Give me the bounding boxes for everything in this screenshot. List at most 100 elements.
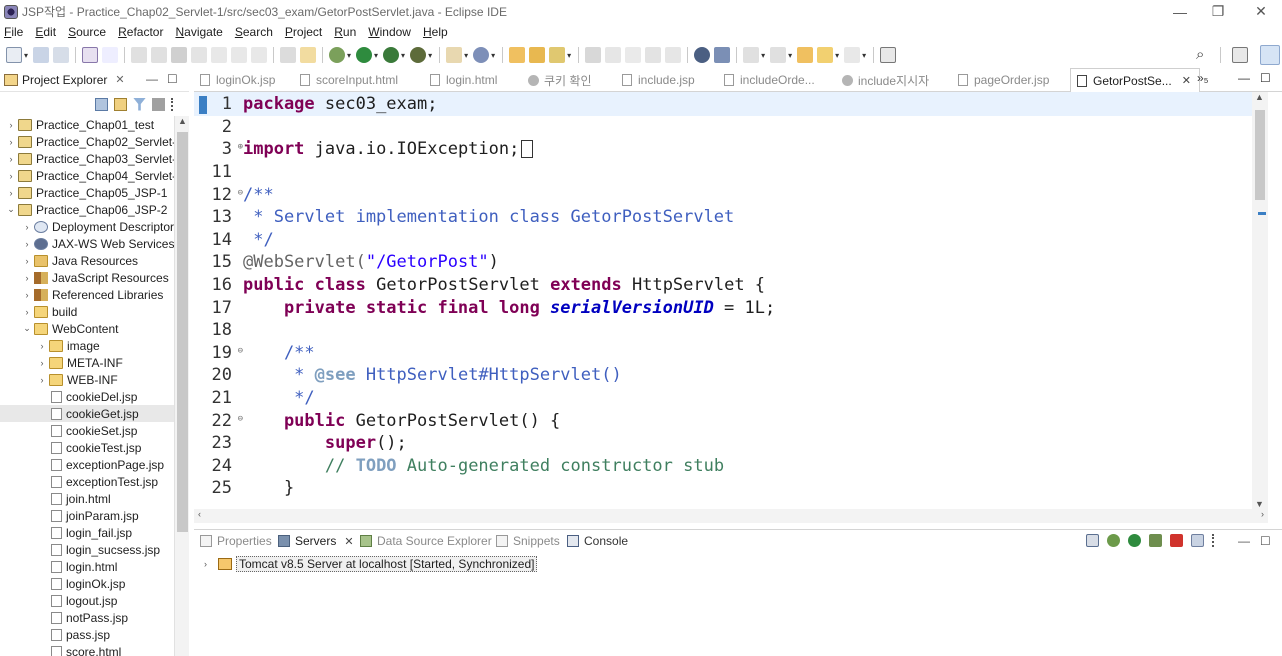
menu-file[interactable]: File <box>4 25 23 39</box>
scroll-right-icon[interactable]: › <box>1261 509 1264 519</box>
terminate-icon[interactable] <box>171 47 188 63</box>
start-server-icon[interactable] <box>1128 534 1141 547</box>
tree-item-file[interactable]: cookieDel.jsp <box>0 388 174 405</box>
expand-arrow-icon[interactable]: › <box>22 222 32 232</box>
debug-server-icon[interactable] <box>1107 534 1120 547</box>
tree-item-deployment-descriptor[interactable]: › Deployment Descriptor <box>0 218 175 235</box>
tree-item-project[interactable]: ⌄ Practice_Chap06_JSP-2 <box>0 201 174 218</box>
tree-item-folder[interactable]: › image <box>0 337 174 354</box>
skip-breakpoints-icon[interactable] <box>102 47 119 63</box>
next-annotation-icon[interactable] <box>743 47 760 63</box>
tree-item-build[interactable]: › build <box>0 303 174 320</box>
view-menu-icon[interactable] <box>1212 534 1216 547</box>
collapse-all-icon[interactable] <box>95 97 108 111</box>
tree-item-project[interactable]: › Practice_Chap03_Servlet-2 <box>0 150 175 167</box>
tree-item-webcontent[interactable]: ⌄ WebContent <box>0 320 174 337</box>
maximize-view-icon[interactable]: ☐ <box>167 72 178 86</box>
save-all-icon[interactable] <box>53 47 70 63</box>
collapse-arrow-icon[interactable]: ⌄ <box>6 204 16 215</box>
maximize-panel-icon[interactable]: ☐ <box>1260 534 1271 548</box>
tab-scoreinput-html[interactable]: scoreInput.html <box>300 68 406 92</box>
scrollbar-thumb[interactable] <box>177 132 188 532</box>
tab-includeorder[interactable]: includeOrde... <box>724 68 823 92</box>
menu-window[interactable]: Window <box>368 25 411 39</box>
tree-item-project[interactable]: › Practice_Chap02_Servlet-1 <box>0 133 175 150</box>
code-editor[interactable]: 1 package sec03_exam; 2 3 ⊕ import java.io.… <box>194 92 1282 509</box>
tree-item-file[interactable]: exceptionPage.jsp <box>0 456 174 473</box>
menu-edit[interactable]: Edit <box>35 25 56 39</box>
tab-include-jsp[interactable]: include.jsp <box>622 68 703 92</box>
editor-horizontal-scrollbar[interactable]: ‹ › <box>194 509 1268 523</box>
tab-loginok-jsp[interactable]: loginOk.jsp <box>200 68 283 92</box>
tree-item-file[interactable]: joinParam.jsp <box>0 507 174 524</box>
search-dropdown-icon[interactable]: ▾ <box>567 51 571 60</box>
expand-arrow-icon[interactable]: › <box>22 273 32 283</box>
new-icon[interactable] <box>6 47 22 63</box>
resume-icon[interactable] <box>131 47 148 63</box>
collapse-fold-icon[interactable]: ⊖ <box>238 346 243 356</box>
tree-item-file[interactable]: join.html <box>0 490 174 507</box>
expand-arrow-icon[interactable]: › <box>22 307 32 317</box>
tree-item-file[interactable]: loginOk.jsp <box>0 575 174 592</box>
menu-navigate[interactable]: Navigate <box>175 25 222 39</box>
block-selection-icon[interactable] <box>625 47 642 63</box>
expand-arrow-icon[interactable]: › <box>6 188 16 198</box>
menu-search[interactable]: Search <box>235 25 273 39</box>
collapse-fold-icon[interactable]: ⊖ <box>238 414 243 424</box>
previous-annotation-icon[interactable] <box>770 47 787 63</box>
tab-console[interactable]: Console <box>567 534 628 548</box>
previous-annotation-dropdown-icon[interactable]: ▾ <box>788 51 792 60</box>
coverage-dropdown-icon[interactable]: ▾ <box>401 51 405 60</box>
new-class-dropdown-icon[interactable]: ▾ <box>491 51 495 60</box>
java-ee-perspective-icon[interactable] <box>1260 45 1280 65</box>
focus-icon[interactable] <box>152 97 165 111</box>
expand-arrow-icon[interactable]: › <box>6 154 16 164</box>
expand-arrow-icon[interactable]: › <box>6 137 16 147</box>
debug-dropdown-icon[interactable]: ▾ <box>347 51 351 60</box>
tree-item-folder[interactable]: › WEB-INF <box>0 371 174 388</box>
external-tools-dropdown-icon[interactable]: ▾ <box>428 51 432 60</box>
step-into-icon[interactable] <box>211 47 228 63</box>
expand-arrow-icon[interactable]: › <box>37 358 47 368</box>
tab-servers[interactable]: Servers ✕ <box>278 534 354 548</box>
collapse-arrow-icon[interactable]: ⌄ <box>22 323 32 334</box>
tab-data-source-explorer[interactable]: Data Source Explorer <box>360 534 492 548</box>
last-edit-location-icon[interactable] <box>797 47 814 63</box>
tab-snippets[interactable]: Snippets <box>496 534 560 548</box>
suspend-icon[interactable] <box>151 47 168 63</box>
server-list-item[interactable]: › Tomcat v8.5 Server at localhost [Start… <box>204 556 538 572</box>
expand-arrow-icon[interactable]: › <box>22 290 32 300</box>
tab-login-html[interactable]: login.html <box>430 68 505 92</box>
project-explorer-tab[interactable]: Project Explorer ✕ — ☐ <box>0 68 189 92</box>
new-class-icon[interactable] <box>473 47 490 63</box>
coverage-icon[interactable] <box>383 47 400 63</box>
close-icon[interactable]: ✕ <box>344 535 353 548</box>
tab-include-directive[interactable]: include지시자 <box>842 68 937 92</box>
view-menu-icon[interactable] <box>171 97 175 111</box>
tree-item-referenced-libraries[interactable]: › Referenced Libraries <box>0 286 174 303</box>
tab-cookie-check[interactable]: 쿠키 확인 <box>528 68 600 92</box>
minimize-panel-icon[interactable]: — <box>1238 534 1250 548</box>
tree-item-folder[interactable]: › META-INF <box>0 354 174 371</box>
tree-item-project[interactable]: › Practice_Chap04_Servlet-3 <box>0 167 175 184</box>
profile-server-icon[interactable] <box>1149 534 1162 547</box>
new-dropdown-icon[interactable]: ▾ <box>24 51 28 60</box>
expand-arrow-icon[interactable]: › <box>37 341 47 351</box>
expand-arrow-icon[interactable]: › <box>204 559 214 569</box>
minimize-button[interactable]: — <box>1160 0 1200 23</box>
tree-item-java-resources[interactable]: › Java Resources <box>0 252 174 269</box>
expand-arrow-icon[interactable]: › <box>6 171 16 181</box>
tab-pageorder-jsp[interactable]: pageOrder.jsp <box>958 68 1057 92</box>
overview-ruler-marker[interactable] <box>1258 212 1266 215</box>
forward-icon[interactable] <box>844 47 861 63</box>
annotation-icon[interactable] <box>694 47 711 63</box>
maximize-button[interactable]: ❐ <box>1198 0 1238 23</box>
open-task-icon[interactable] <box>300 47 317 63</box>
toggle-mark-occurrences-icon[interactable] <box>585 47 602 63</box>
close-icon[interactable]: ✕ <box>1182 74 1191 87</box>
collapse-fold-icon[interactable]: ⊖ <box>238 188 243 198</box>
link-with-editor-icon[interactable] <box>114 97 127 111</box>
tree-item-project[interactable]: › Practice_Chap05_JSP-1 <box>0 184 174 201</box>
step-over-icon[interactable] <box>231 47 248 63</box>
show-whitespace-icon[interactable] <box>665 47 682 63</box>
